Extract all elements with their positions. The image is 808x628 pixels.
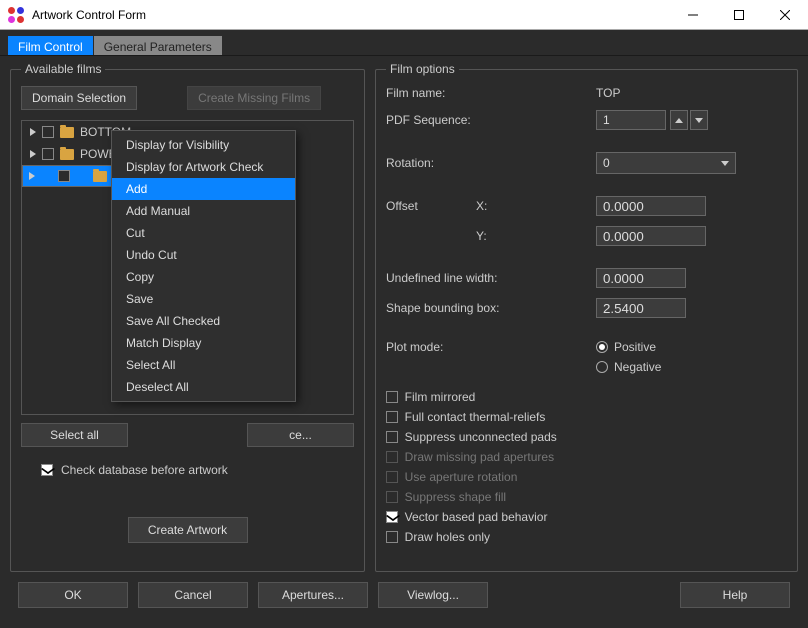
offset-label: Offset	[386, 199, 476, 213]
film-options-group: Film options Film name: TOP PDF Sequence…	[375, 62, 798, 572]
rotation-label: Rotation:	[386, 156, 516, 170]
ctx-save-all-checked[interactable]: Save All Checked	[112, 310, 295, 332]
thermal-checkbox[interactable]	[386, 411, 398, 423]
checkbox[interactable]	[42, 148, 54, 160]
context-menu: Display for Visibility Display for Artwo…	[111, 130, 296, 402]
expand-icon[interactable]	[30, 150, 36, 158]
pdf-seq-up[interactable]	[670, 110, 688, 130]
vector-pad-checkbox[interactable]	[386, 511, 398, 523]
draw-holes-checkbox[interactable]	[386, 531, 398, 543]
pdf-seq-input[interactable]: 1	[596, 110, 666, 130]
folder-icon	[60, 149, 74, 160]
expand-icon[interactable]	[30, 128, 36, 136]
select-all-button[interactable]: Select all	[21, 423, 128, 447]
thermal-label: Full contact thermal-reliefs	[405, 410, 546, 424]
tab-bar: Film Control General Parameters	[0, 30, 808, 56]
ok-button[interactable]: OK	[18, 582, 128, 608]
apertures-button[interactable]: Apertures...	[258, 582, 368, 608]
tab-general-parameters[interactable]: General Parameters	[94, 36, 222, 55]
sbb-label: Shape bounding box:	[386, 301, 596, 315]
available-films-legend: Available films	[21, 62, 105, 76]
app-icon	[8, 7, 24, 23]
ctx-deselect-all[interactable]: Deselect All	[112, 376, 295, 398]
help-button[interactable]: Help	[680, 582, 790, 608]
suppress-shape-checkbox	[386, 491, 398, 503]
mirrored-checkbox[interactable]	[386, 391, 398, 403]
viewlog-button[interactable]: Viewlog...	[378, 582, 488, 608]
use-aperture-label: Use aperture rotation	[405, 470, 518, 484]
draw-missing-checkbox	[386, 451, 398, 463]
offset-y-input[interactable]	[596, 226, 706, 246]
suppress-pads-label: Suppress unconnected pads	[405, 430, 557, 444]
film-options-legend: Film options	[386, 62, 459, 76]
check-db-label: Check database before artwork	[61, 463, 228, 477]
tab-film-control[interactable]: Film Control	[8, 36, 93, 55]
y-label: Y:	[476, 229, 596, 243]
ulw-input[interactable]	[596, 268, 686, 288]
available-films-group: Available films Domain Selection Create …	[10, 62, 365, 572]
domain-selection-button[interactable]: Domain Selection	[21, 86, 137, 110]
expand-icon[interactable]	[29, 172, 35, 180]
suppress-shape-label: Suppress shape fill	[405, 490, 506, 504]
pdf-seq-down[interactable]	[690, 110, 708, 130]
draw-holes-label: Draw holes only	[405, 530, 490, 544]
positive-radio[interactable]	[596, 341, 608, 353]
ctx-match-display[interactable]: Match Display	[112, 332, 295, 354]
negative-radio[interactable]	[596, 361, 608, 373]
minimize-button[interactable]	[670, 0, 716, 30]
cancel-button[interactable]: Cancel	[138, 582, 248, 608]
checkbox[interactable]	[58, 170, 70, 182]
close-button[interactable]	[762, 0, 808, 30]
ctx-select-all[interactable]: Select All	[112, 354, 295, 376]
suppress-pads-checkbox[interactable]	[386, 431, 398, 443]
vector-pad-label: Vector based pad behavior	[405, 510, 548, 524]
titlebar: Artwork Control Form	[0, 0, 808, 30]
ctx-cut[interactable]: Cut	[112, 222, 295, 244]
offset-x-input[interactable]	[596, 196, 706, 216]
ctx-display-artwork-check[interactable]: Display for Artwork Check	[112, 156, 295, 178]
mirrored-label: Film mirrored	[405, 390, 476, 404]
window-title: Artwork Control Form	[32, 8, 670, 22]
plot-mode-label: Plot mode:	[386, 340, 596, 354]
ctx-save[interactable]: Save	[112, 288, 295, 310]
x-label: X:	[476, 199, 596, 213]
negative-label: Negative	[614, 360, 661, 374]
film-name-label: Film name:	[386, 86, 516, 100]
footer: OK Cancel Apertures... Viewlog... Help	[0, 582, 808, 618]
ctx-add-manual[interactable]: Add Manual	[112, 200, 295, 222]
create-artwork-button[interactable]: Create Artwork	[128, 517, 248, 543]
ctx-undo-cut[interactable]: Undo Cut	[112, 244, 295, 266]
replace-button[interactable]: ce...	[247, 423, 354, 447]
use-aperture-checkbox	[386, 471, 398, 483]
check-db-checkbox[interactable]	[41, 464, 53, 476]
pdf-seq-label: PDF Sequence:	[386, 113, 516, 127]
folder-icon	[60, 127, 74, 138]
ctx-copy[interactable]: Copy	[112, 266, 295, 288]
chevron-down-icon	[721, 161, 729, 166]
film-name-value: TOP	[596, 86, 716, 100]
maximize-button[interactable]	[716, 0, 762, 30]
draw-missing-label: Draw missing pad apertures	[405, 450, 554, 464]
rotation-select[interactable]: 0	[596, 152, 736, 174]
ctx-add[interactable]: Add	[112, 178, 295, 200]
positive-label: Positive	[614, 340, 656, 354]
ulw-label: Undefined line width:	[386, 271, 596, 285]
create-missing-films-button: Create Missing Films	[187, 86, 321, 110]
folder-icon	[93, 171, 107, 182]
sbb-input[interactable]	[596, 298, 686, 318]
ctx-display-visibility[interactable]: Display for Visibility	[112, 134, 295, 156]
checkbox[interactable]	[42, 126, 54, 138]
